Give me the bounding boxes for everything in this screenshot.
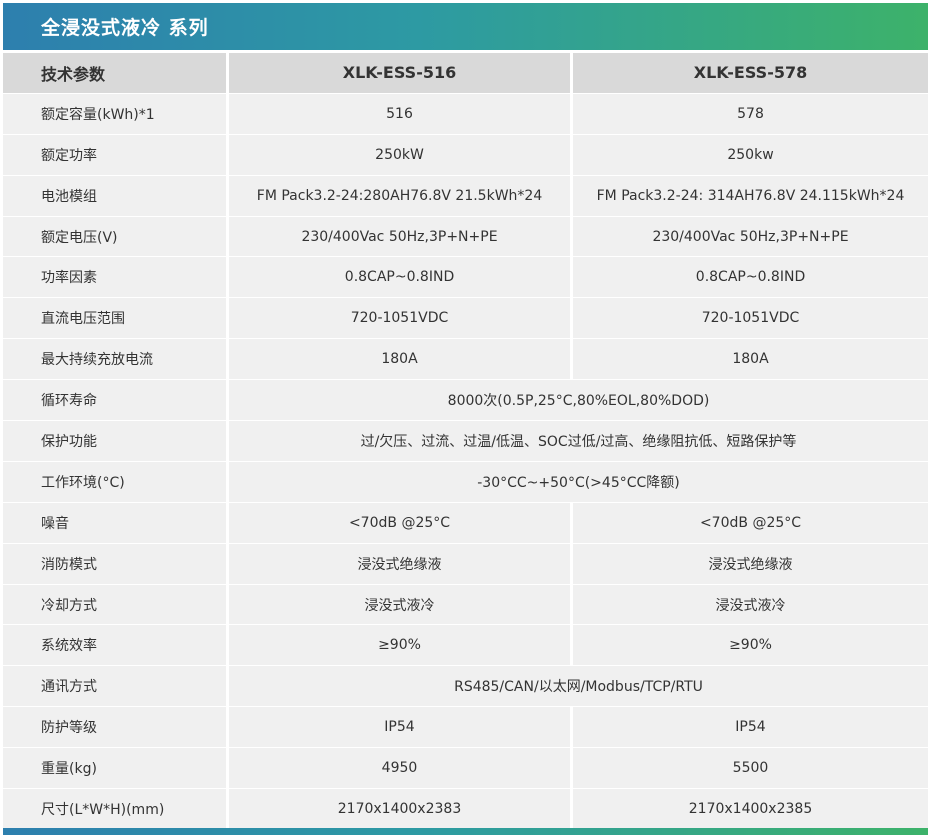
table-row: 电池模组 FM Pack3.2-24:280AH76.8V 21.5kWh*24 F… — [3, 175, 928, 217]
table-row: 消防模式 浸没式绝缘液 浸没式绝缘液 — [3, 543, 928, 585]
row-value-model-b: IP54 — [573, 707, 928, 749]
row-value-model-a: 2170x1400x2383 — [229, 789, 573, 830]
row-label: 最大持续充放电流 — [3, 339, 229, 381]
table-row: 最大持续充放电流 180A 180A — [3, 339, 928, 381]
table-row: 直流电压范围 720-1051VDC 720-1051VDC — [3, 298, 928, 340]
row-value-model-a: <70dB @25°C — [229, 502, 573, 544]
row-value-model-a: 230/400Vac 50Hz,3P+N+PE — [229, 216, 573, 258]
table-row: 重量(kg) 4950 5500 — [3, 748, 928, 790]
row-value-model-a: 4950 — [229, 748, 573, 790]
row-value-model-b: 578 — [573, 93, 928, 135]
row-value-model-a: 浸没式绝缘液 — [229, 543, 573, 585]
row-value-model-b: FM Pack3.2-24: 314AH76.8V 24.115kWh*24 — [573, 175, 928, 217]
row-label: 工作环境(°C) — [3, 461, 229, 503]
row-label: 保护功能 — [3, 421, 229, 462]
table-row: 额定电压(V) 230/400Vac 50Hz,3P+N+PE 230/400Vac… — [3, 216, 928, 258]
table-row: 通讯方式 RS485/CAN/以太网/Modbus/TCP/RTU — [3, 666, 928, 708]
row-value-model-a: FM Pack3.2-24:280AH76.8V 21.5kWh*24 — [229, 175, 573, 217]
row-label: 噪音 — [3, 502, 229, 544]
row-label: 系统效率 — [3, 625, 229, 667]
row-label: 额定容量(kWh)*1 — [3, 93, 229, 135]
spec-sheet: 全浸没式液冷 系列 技术参数 XLK-ESS-516 XLK-ESS-578 额… — [0, 0, 931, 839]
footer-bar — [3, 828, 928, 835]
title-banner: 全浸没式液冷 系列 — [3, 3, 928, 50]
row-value-model-b: 230/400Vac 50Hz,3P+N+PE — [573, 216, 928, 258]
row-value-merged: RS485/CAN/以太网/Modbus/TCP/RTU — [229, 666, 928, 708]
table-row: 防护等级 IP54 IP54 — [3, 707, 928, 749]
table-row: 噪音 <70dB @25°C <70dB @25°C — [3, 502, 928, 544]
header-model-a: XLK-ESS-516 — [229, 53, 573, 94]
row-value-model-a: IP54 — [229, 707, 573, 749]
spec-table: 技术参数 XLK-ESS-516 XLK-ESS-578 额定容量(kWh)*1… — [3, 53, 928, 830]
row-label: 冷却方式 — [3, 584, 229, 626]
table-row: 冷却方式 浸没式液冷 浸没式液冷 — [3, 584, 928, 626]
table-row: 系统效率 ≥90% ≥90% — [3, 625, 928, 667]
row-label: 直流电压范围 — [3, 298, 229, 340]
row-label: 通讯方式 — [3, 666, 229, 708]
row-value-model-b: 5500 — [573, 748, 928, 790]
row-label: 尺寸(L*W*H)(mm) — [3, 789, 229, 830]
row-value-model-a: ≥90% — [229, 625, 573, 667]
row-value-model-b: 浸没式液冷 — [573, 584, 928, 626]
row-label: 重量(kg) — [3, 748, 229, 790]
row-value-model-a: 0.8CAP~0.8IND — [229, 257, 573, 299]
row-label: 额定功率 — [3, 134, 229, 176]
row-label: 消防模式 — [3, 543, 229, 585]
row-value-model-a: 180A — [229, 339, 573, 381]
row-value-model-a: 720-1051VDC — [229, 298, 573, 340]
row-value-model-b: 180A — [573, 339, 928, 381]
row-value-merged: -30°CC~+50°C(>45°CC降额) — [229, 461, 928, 503]
page-title: 全浸没式液冷 系列 — [41, 17, 209, 39]
table-row: 额定容量(kWh)*1 516 578 — [3, 93, 928, 135]
header-param: 技术参数 — [3, 53, 229, 94]
row-value-model-b: 0.8CAP~0.8IND — [573, 257, 928, 299]
table-row: 工作环境(°C) -30°CC~+50°C(>45°CC降额) — [3, 461, 928, 503]
row-value-model-b: 720-1051VDC — [573, 298, 928, 340]
row-value-model-a: 250kW — [229, 134, 573, 176]
row-value-model-b: 浸没式绝缘液 — [573, 543, 928, 585]
row-value-merged: 过/欠压、过流、过温/低温、SOC过低/过高、绝缘阻抗低、短路保护等 — [229, 421, 928, 462]
table-row: 额定功率 250kW 250kw — [3, 134, 928, 176]
row-value-model-a: 浸没式液冷 — [229, 584, 573, 626]
row-label: 功率因素 — [3, 257, 229, 299]
row-value-model-b: ≥90% — [573, 625, 928, 667]
table-header-row: 技术参数 XLK-ESS-516 XLK-ESS-578 — [3, 53, 928, 94]
row-value-merged: 8000次(0.5P,25°C,80%EOL,80%DOD) — [229, 380, 928, 422]
row-label: 额定电压(V) — [3, 216, 229, 258]
row-label: 循环寿命 — [3, 380, 229, 422]
table-row: 循环寿命 8000次(0.5P,25°C,80%EOL,80%DOD) — [3, 380, 928, 422]
table-row: 尺寸(L*W*H)(mm) 2170x1400x2383 2170x1400x238… — [3, 789, 928, 830]
table-row: 保护功能 过/欠压、过流、过温/低温、SOC过低/过高、绝缘阻抗低、短路保护等 — [3, 421, 928, 462]
row-value-model-a: 516 — [229, 93, 573, 135]
row-value-model-b: <70dB @25°C — [573, 502, 928, 544]
row-value-model-b: 2170x1400x2385 — [573, 789, 928, 830]
table-row: 功率因素 0.8CAP~0.8IND 0.8CAP~0.8IND — [3, 257, 928, 299]
row-value-model-b: 250kw — [573, 134, 928, 176]
header-model-b: XLK-ESS-578 — [573, 53, 928, 94]
row-label: 电池模组 — [3, 175, 229, 217]
row-label: 防护等级 — [3, 707, 229, 749]
